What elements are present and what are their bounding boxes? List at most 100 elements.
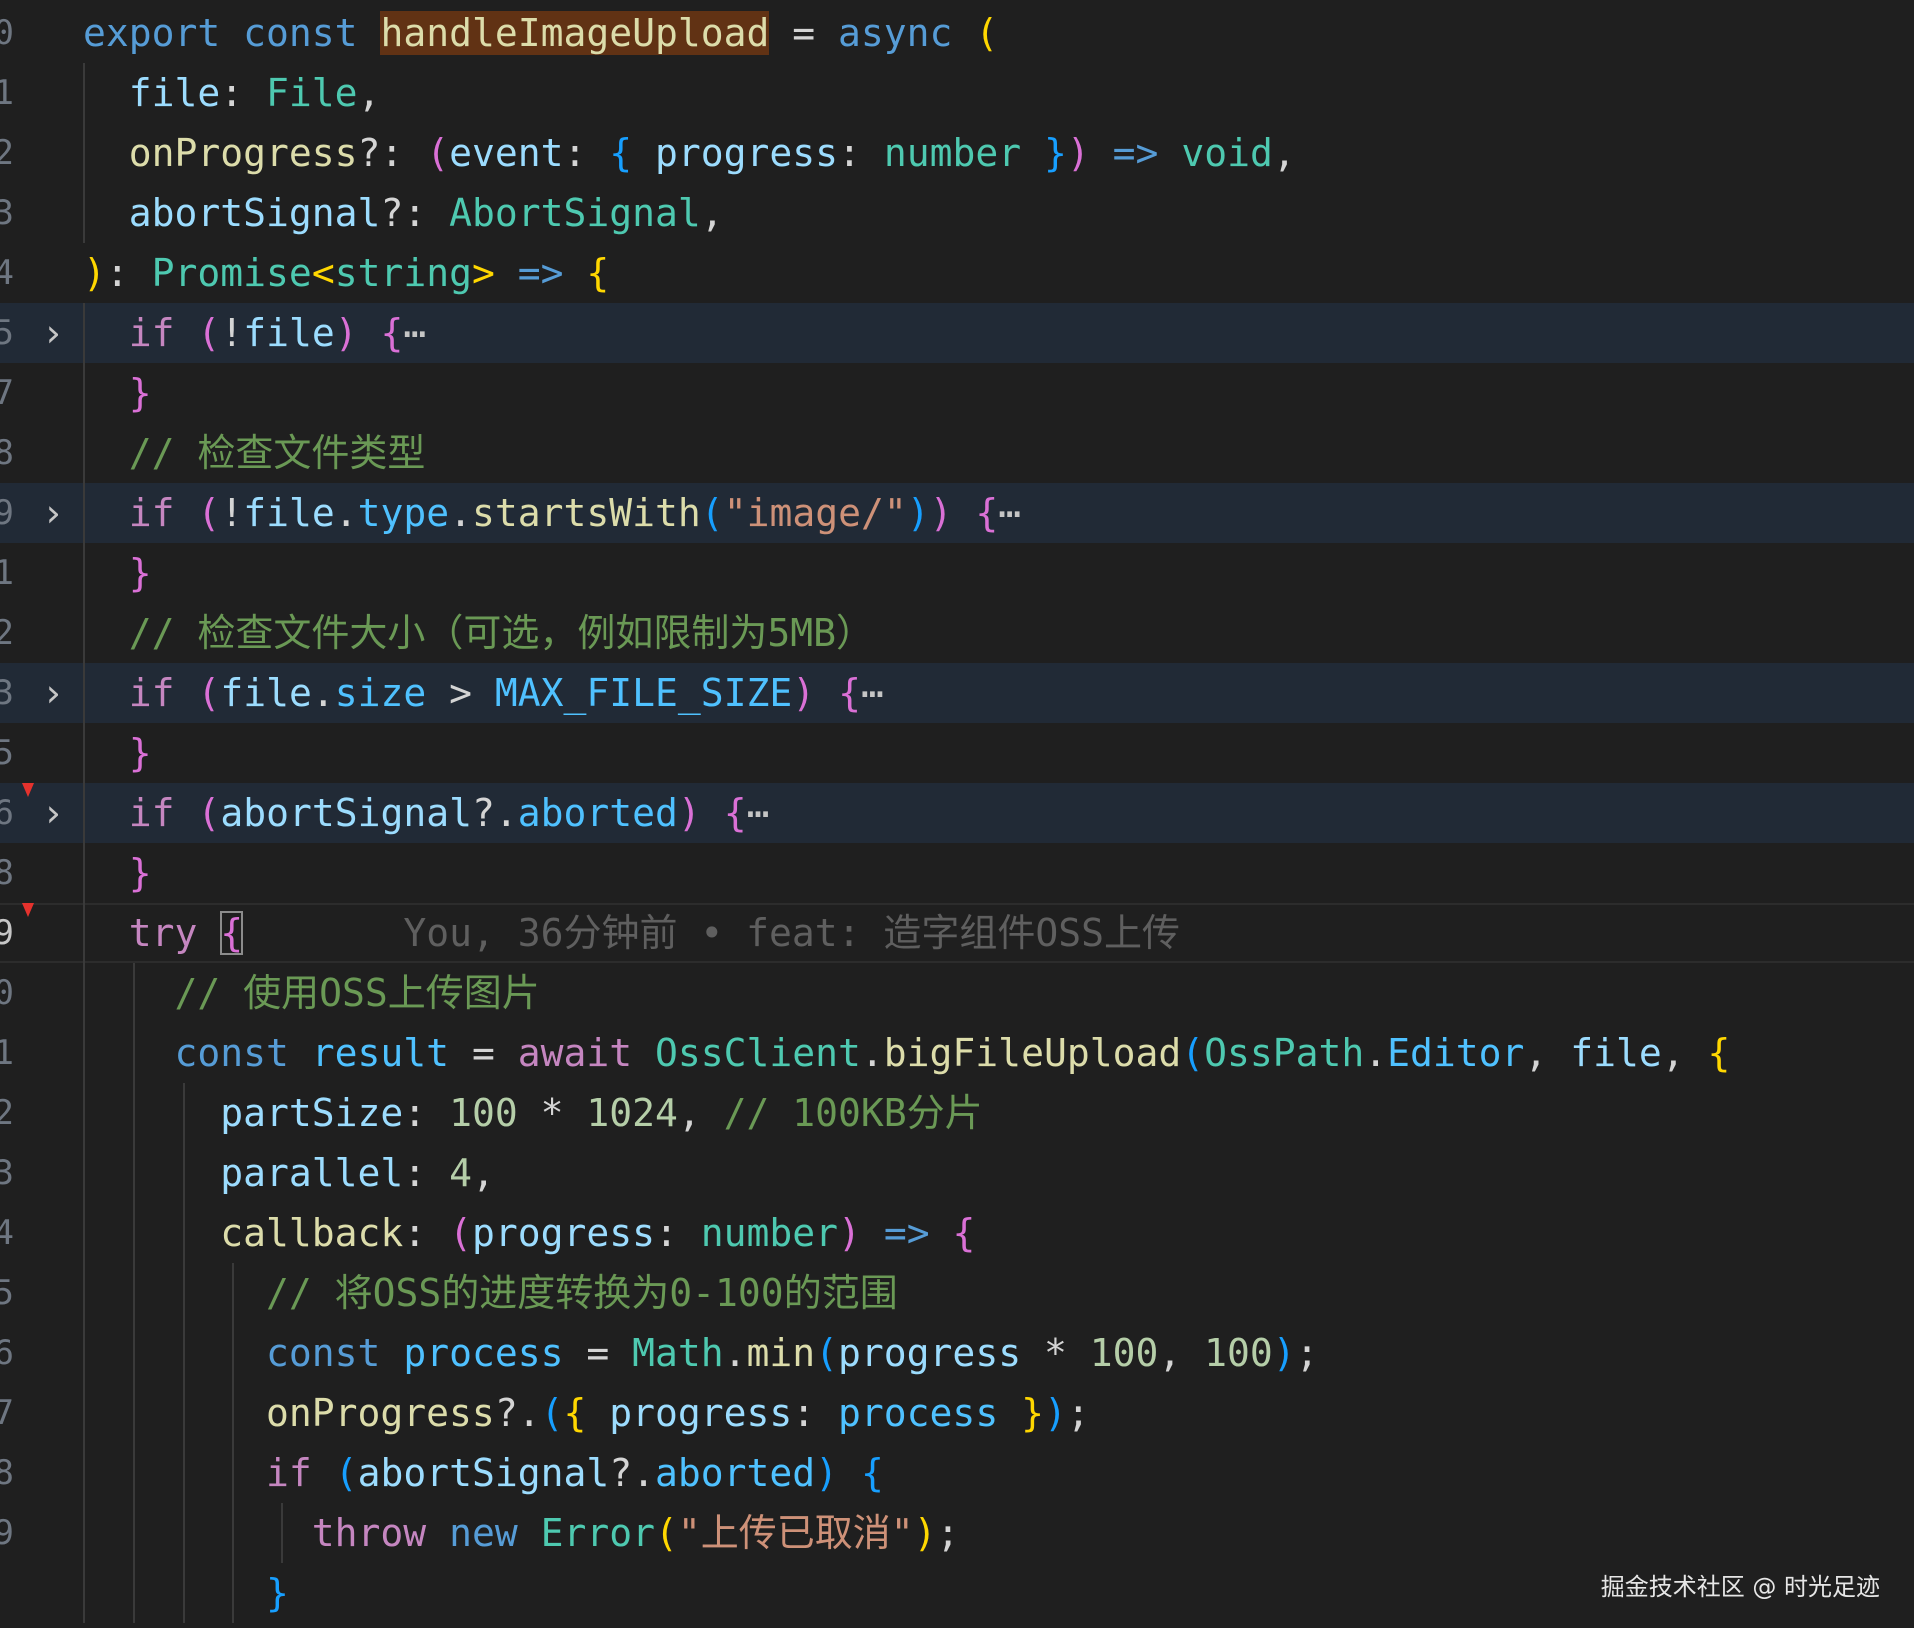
- code-token: }: [128, 851, 152, 895]
- git-blame-annotation: You, 36分钟前 • feat: 造字组件OSS上传: [403, 911, 1181, 955]
- code-line[interactable]: 7 onProgress?.({ progress: process });: [0, 1383, 1914, 1443]
- line-number: 4: [0, 253, 14, 293]
- code-line[interactable]: 1 const result = await OssClient.bigFile…: [0, 1023, 1914, 1083]
- code-token: aborted: [655, 1451, 816, 1495]
- code-token: Promise: [151, 251, 312, 295]
- code-token: {: [220, 911, 244, 955]
- code-token: new: [449, 1511, 518, 1555]
- code-token: 1024: [586, 1091, 678, 1135]
- code-text: if (abortSignal?.aborted) {: [83, 1443, 884, 1503]
- code-token: (: [197, 671, 221, 715]
- code-line[interactable]: 8 // 检查文件类型: [0, 423, 1914, 483]
- code-line[interactable]: 5 // 将OSS的进度转换为0-100的范围: [0, 1263, 1914, 1323]
- code-token: .: [334, 491, 358, 535]
- code-line[interactable]: 9 try { You, 36分钟前 • feat: 造字组件OSS上传: [0, 903, 1914, 963]
- code-line[interactable]: 5 › if (!file) {⋯: [0, 303, 1914, 363]
- code-line[interactable]: 9 › if (!file.type.startsWith("image/")) …: [0, 483, 1914, 543]
- code-token: =: [769, 11, 839, 55]
- code-text: onProgress?: (event: { progress: number …: [83, 123, 1296, 183]
- code-line[interactable]: 6 › if (abortSignal?.aborted) {⋯: [0, 783, 1914, 843]
- code-token: (: [197, 491, 221, 535]
- code-line[interactable]: 4): Promise<string> => {: [0, 243, 1914, 303]
- code-token: (: [197, 311, 221, 355]
- code-line[interactable]: 8 if (abortSignal?.aborted) {: [0, 1443, 1914, 1503]
- code-token: {: [380, 311, 404, 355]
- code-token: File: [266, 71, 358, 115]
- code-token: ): [913, 1511, 937, 1555]
- code-token: 100: [1204, 1331, 1273, 1375]
- code-line[interactable]: 4 callback: (progress: number) => {: [0, 1203, 1914, 1263]
- line-number: 7: [0, 373, 14, 413]
- code-line[interactable]: 5 }: [0, 723, 1914, 783]
- code-line[interactable]: 3 › if (file.size > MAX_FILE_SIZE) {⋯: [0, 663, 1914, 723]
- code-text: // 使用OSS上传图片: [83, 963, 540, 1023]
- line-number: 9: [0, 1513, 14, 1553]
- fold-chevron-right-icon[interactable]: ›: [38, 483, 68, 543]
- code-token: abortSignal: [357, 1451, 610, 1495]
- code-text: }: [83, 843, 152, 903]
- code-token: try: [128, 911, 198, 955]
- code-token: file: [243, 311, 335, 355]
- fold-chevron-right-icon[interactable]: ›: [38, 783, 68, 843]
- code-line[interactable]: 9 throw new Error("上传已取消");: [0, 1503, 1914, 1563]
- code-token: ;: [1295, 1331, 1319, 1375]
- code-token: abortSignal: [220, 791, 472, 835]
- code-line[interactable]: 6 const process = Math.min(progress * 10…: [0, 1323, 1914, 1383]
- line-number: 2: [0, 133, 14, 173]
- fold-chevron-right-icon[interactable]: ›: [38, 663, 68, 723]
- code-token: (: [975, 11, 999, 55]
- code-token: // 使用OSS上传图片: [174, 971, 540, 1015]
- code-text: if (file.size > MAX_FILE_SIZE) {⋯: [83, 663, 884, 723]
- code-line[interactable]: 0 // 使用OSS上传图片: [0, 963, 1914, 1023]
- code-text: }: [83, 363, 152, 423]
- code-token: (: [540, 1391, 564, 1435]
- line-number: 7: [0, 1393, 14, 1433]
- code-line[interactable]: 2 partSize: 100 * 1024, // 100KB分片: [0, 1083, 1914, 1143]
- code-line[interactable]: 1 file: File,: [0, 63, 1914, 123]
- code-editor[interactable]: 0 export const handleImageUpload = async …: [0, 0, 1914, 1628]
- code-token: OssPath: [1204, 1031, 1365, 1075]
- fold-chevron-right-icon[interactable]: ›: [38, 303, 68, 363]
- code-token: Editor: [1387, 1031, 1525, 1075]
- code-token: // 检查文件大小（可选，例如限制为5MB）: [128, 611, 875, 655]
- code-token: {: [1707, 1031, 1731, 1075]
- code-token: 4: [449, 1151, 472, 1195]
- code-line[interactable]: 2 // 检查文件大小（可选，例如限制为5MB）: [0, 603, 1914, 663]
- line-number: 0: [0, 973, 14, 1013]
- code-line[interactable]: 2 onProgress?: (event: { progress: numbe…: [0, 123, 1914, 183]
- code-token: (: [426, 131, 450, 175]
- code-token: parallel: [220, 1151, 404, 1195]
- git-deleted-marker-icon: [22, 903, 34, 917]
- code-token: 100: [449, 1091, 518, 1135]
- code-text: try { You, 36分钟前 • feat: 造字组件OSS上传: [83, 903, 1180, 963]
- code-token: result: [311, 1031, 450, 1075]
- code-line[interactable]: 3 abortSignal?: AbortSignal,: [0, 183, 1914, 243]
- code-token: ,: [357, 71, 381, 115]
- indent-guide: [83, 303, 85, 1623]
- code-token: {: [586, 251, 610, 295]
- code-line[interactable]: 8 }: [0, 843, 1914, 903]
- code-token: 100: [1089, 1331, 1159, 1375]
- code-token: onProgress: [128, 131, 358, 175]
- code-token: .: [311, 671, 335, 715]
- code-token: :: [403, 1151, 450, 1195]
- code-line[interactable]: 3 parallel: 4,: [0, 1143, 1914, 1203]
- code-line[interactable]: 0 export const handleImageUpload = async …: [0, 3, 1914, 63]
- line-number: 3: [0, 673, 14, 713]
- code-line[interactable]: 7 }: [0, 363, 1914, 423]
- code-line[interactable]: 1 }: [0, 543, 1914, 603]
- code-token: MAX_FILE_SIZE: [494, 671, 793, 715]
- code-token: ⋯: [860, 671, 884, 715]
